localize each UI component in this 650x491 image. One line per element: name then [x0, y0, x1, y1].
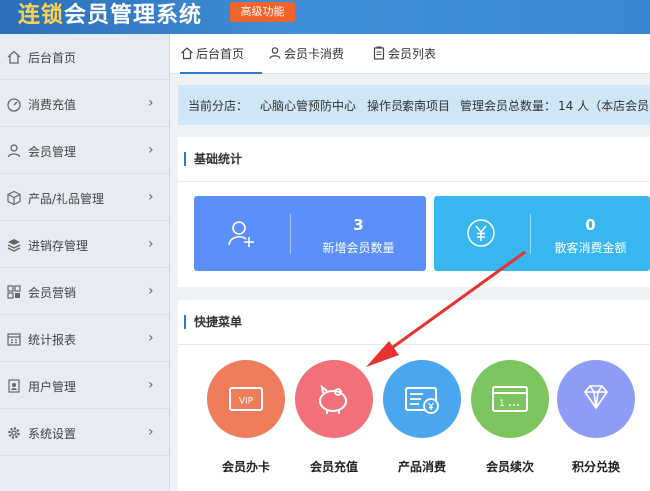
member-recharge-button[interactable]: [295, 360, 373, 438]
sidebar-item-label: 系统设置: [28, 427, 77, 441]
operator-value: 索南项目: [402, 99, 451, 113]
sidebar-item-settings[interactable]: 系统设置 ›: [0, 410, 170, 456]
chevron-right-icon: ›: [148, 330, 154, 346]
new-members-label: 新增会员数量: [322, 241, 395, 255]
tab-home[interactable]: 后台首页: [180, 34, 262, 74]
basic-stats-panel: 基础统计 3 新增会员数量 0 散客消费金额: [178, 137, 650, 287]
new-members-stat-card[interactable]: 3 新增会员数量: [194, 196, 426, 271]
user-icon: [269, 47, 281, 59]
member-card-issue-button[interactable]: VIP: [207, 360, 285, 438]
app-title: 会员管理系统: [64, 3, 203, 28]
walkin-spend-label: 散客消费金额: [554, 241, 627, 255]
home-icon: [7, 50, 21, 64]
card-icon: 1: [492, 386, 528, 412]
member-recharge-label: 会员充值: [309, 460, 358, 474]
sidebar-item-marketing[interactable]: 会员营销 ›: [0, 269, 170, 315]
sidebar-item-label: 产品/礼品管理: [28, 192, 105, 206]
members-count-label: 管理会员总数量：: [460, 99, 557, 113]
layers-icon: [7, 239, 21, 252]
store-info-bar: 当前分店： 心脑心管预防中心 操作员： 索南项目 管理会员总数量： 14 人（本…: [178, 85, 650, 125]
divider: [178, 344, 650, 345]
points-exchange-label: 积分兑换: [571, 460, 620, 474]
pro-features-button[interactable]: 高级功能: [230, 2, 295, 22]
gauge-icon: [7, 98, 21, 112]
app-header: 连锁会员管理系统 高级功能: [0, 0, 650, 34]
tab-member-list[interactable]: 会员列表: [372, 34, 436, 74]
svg-text:VIP: VIP: [239, 397, 254, 407]
new-members-value: 3: [353, 216, 364, 234]
user-add-icon: [228, 221, 254, 247]
divider: [178, 181, 650, 182]
sidebar-item-inventory[interactable]: 进销存管理 ›: [0, 222, 170, 268]
diamond-icon: [584, 385, 608, 409]
sidebar-item-label: 会员管理: [28, 145, 77, 159]
product-consume-label: 产品消费: [397, 460, 446, 474]
chevron-right-icon: ›: [148, 95, 154, 111]
sidebar-item-label: 消费充值: [28, 98, 77, 112]
sidebar-item-home[interactable]: 后台首页: [0, 34, 170, 80]
tab-label: 后台首页: [196, 47, 245, 61]
sidebar: 后台首页 消费充值 › 会员管理 › 产品/礼品管理 › 进销存管理 › 会员营…: [0, 34, 170, 491]
branch-label: 当前分店：: [188, 99, 249, 113]
sidebar-item-label: 统计报表: [28, 333, 77, 347]
clipboard-icon: [373, 46, 385, 60]
tab-bar: 后台首页 会员卡消费 会员列表: [170, 34, 650, 74]
member-card-issue-label: 会员办卡: [221, 460, 270, 474]
tab-label: 会员列表: [388, 47, 437, 61]
sidebar-item-products-gifts[interactable]: 产品/礼品管理 ›: [0, 175, 170, 221]
piggy-bank-icon: [319, 384, 347, 414]
chevron-right-icon: ›: [148, 236, 154, 252]
points-exchange-button[interactable]: [557, 360, 635, 438]
members-count-value: 14 人（本店会员: [558, 99, 650, 113]
sidebar-item-users[interactable]: 用户管理 ›: [0, 363, 170, 409]
chevron-right-icon: ›: [148, 189, 154, 205]
sidebar-item-consume-recharge[interactable]: 消费充值 ›: [0, 81, 170, 127]
walkin-spend-stat-card[interactable]: 0 散客消费金额: [434, 196, 650, 271]
tab-label: 会员卡消费: [284, 47, 345, 61]
grid-icon: [7, 285, 21, 299]
chevron-right-icon: ›: [148, 283, 154, 299]
calendar-icon: [7, 333, 21, 346]
sidebar-item-label: 后台首页: [28, 51, 77, 65]
chevron-right-icon: ›: [148, 424, 154, 440]
tab-member-card-consume[interactable]: 会员卡消费: [268, 34, 344, 74]
vip-card-icon: VIP: [229, 387, 263, 411]
member-renew-label: 会员续次: [485, 460, 534, 474]
user-icon: [7, 144, 21, 158]
chevron-right-icon: ›: [148, 142, 154, 158]
sidebar-item-label: 用户管理: [28, 380, 77, 394]
product-consume-button[interactable]: [383, 360, 461, 438]
sidebar-item-reports[interactable]: 统计报表 ›: [0, 316, 170, 362]
user-file-icon: [8, 379, 20, 393]
app-logo: 连锁会员管理系统: [18, 0, 202, 29]
quick-menu-title: 快捷菜单: [184, 315, 242, 329]
gear-icon: [8, 427, 20, 439]
home-icon: [181, 47, 193, 60]
sidebar-item-label: 进销存管理: [28, 239, 89, 253]
app-title-highlight: 连锁: [18, 3, 65, 28]
walkin-spend-value: 0: [585, 216, 596, 234]
sidebar-item-label: 会员营销: [28, 286, 77, 300]
sidebar-item-members[interactable]: 会员管理 ›: [0, 128, 170, 174]
box-icon: [7, 190, 21, 206]
svg-text:1: 1: [499, 399, 505, 409]
yen-icon: [467, 219, 495, 247]
basic-stats-title: 基础统计: [184, 152, 242, 166]
member-renew-button[interactable]: 1: [471, 360, 549, 438]
chevron-right-icon: ›: [148, 377, 154, 393]
branch-value: 心脑心管预防中心: [260, 99, 357, 113]
yen-document-icon: [405, 387, 439, 414]
